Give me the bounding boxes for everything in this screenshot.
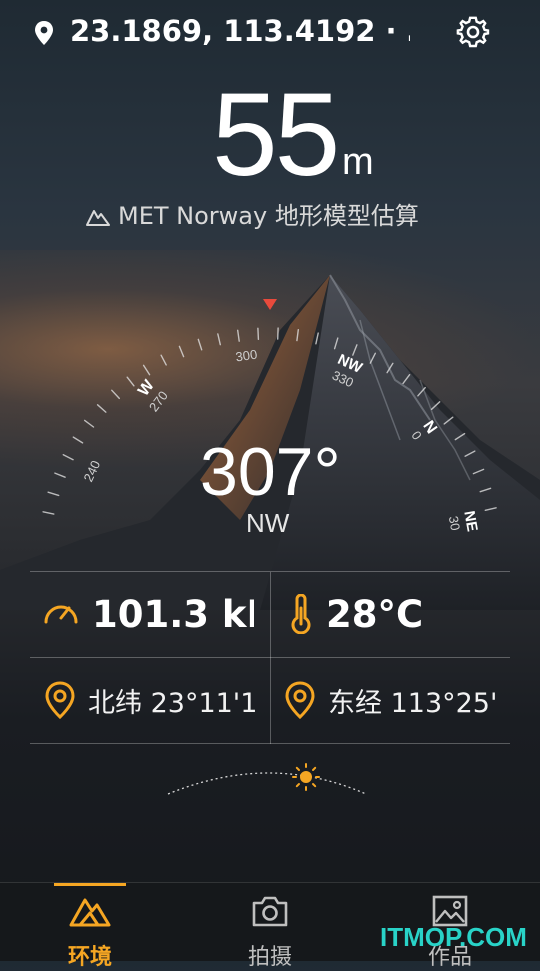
sun-icon [293,764,319,790]
compass-tick [98,405,106,412]
gauge-icon [42,595,80,633]
compass-label-0: 0 [408,428,424,443]
compass-tick [161,355,166,365]
compass-tick [112,390,120,398]
temperature-cell: 28°C [288,572,510,656]
compass-tick [353,345,357,355]
compass-tick [316,333,318,344]
compass-tick [238,330,240,341]
compass-tick [444,417,453,424]
compass-tick [144,365,150,374]
longitude-value: 东经 113°25'9" [328,681,496,720]
tab-environment[interactable]: 环境 [30,883,150,961]
compass-tick [465,451,475,456]
compass-tick [473,469,483,473]
compass-tick [432,402,440,410]
compass-tick [198,339,201,349]
mountain-outline-icon [86,207,110,227]
temperature-value: 28°C [326,593,423,636]
top-bar: 23.1869, 113.4192 · … [0,0,540,64]
mountain-icon [68,891,112,931]
longitude-cell: 东经 113°25'9" [284,658,496,742]
compass-tick [48,492,59,495]
tab-label: 环境 [30,939,150,971]
compass-tick [127,377,134,386]
location-pin-icon [284,681,316,719]
compass-tick [485,508,496,511]
compass-label-300: 300 [235,347,259,365]
compass-tick [297,330,298,341]
altitude-unit: m [342,141,374,184]
gear-icon[interactable] [456,15,490,49]
compass-tick [403,375,410,384]
compass-tick [258,328,259,339]
compass-tick [218,334,221,345]
compass-tick [335,338,338,349]
heading-direction: NW [246,508,289,539]
pressure-cell: 101.3 kPa [42,572,254,656]
latitude-value: 北纬 23°11'13" [88,681,256,720]
camera-icon [248,891,292,931]
compass-tick [55,473,65,477]
tab-active-indicator [54,883,126,886]
altitude-value: 55 [212,76,337,194]
compass-tick [418,388,425,396]
compass-tick [370,353,375,363]
compass-tick [179,346,183,356]
compass-tick [73,437,82,443]
watermark: ITMOP.COM [380,922,527,953]
heading-degrees: 307° [200,438,341,506]
thermometer-icon [288,594,314,634]
compass-label-240: 240 [81,458,104,484]
compass-label-30: 30 [446,515,463,532]
divider [270,572,271,744]
latitude-cell: 北纬 23°11'13" [44,658,256,742]
coordinates-text[interactable]: 23.1869, 113.4192 · … [70,14,410,48]
altitude-source: MET Norway 地形模型估算 [86,196,419,231]
tab-label: 拍摄 [210,939,330,971]
map-pin-icon [34,20,54,46]
compass-tick [63,455,73,460]
location-pin-icon [44,681,76,719]
pressure-value: 101.3 kPa [92,593,254,636]
tab-camera[interactable]: 拍摄 [210,883,330,961]
compass-tick [480,488,490,491]
heading-marker [263,299,277,310]
altitude-source-text: MET Norway 地形模型估算 [118,202,419,230]
sun-path [160,758,380,808]
compass-label-ne: NE [460,509,480,532]
compass-tick [85,420,94,427]
compass-tick [455,434,464,440]
compass-tick [43,512,54,514]
compass-tick [387,363,393,372]
